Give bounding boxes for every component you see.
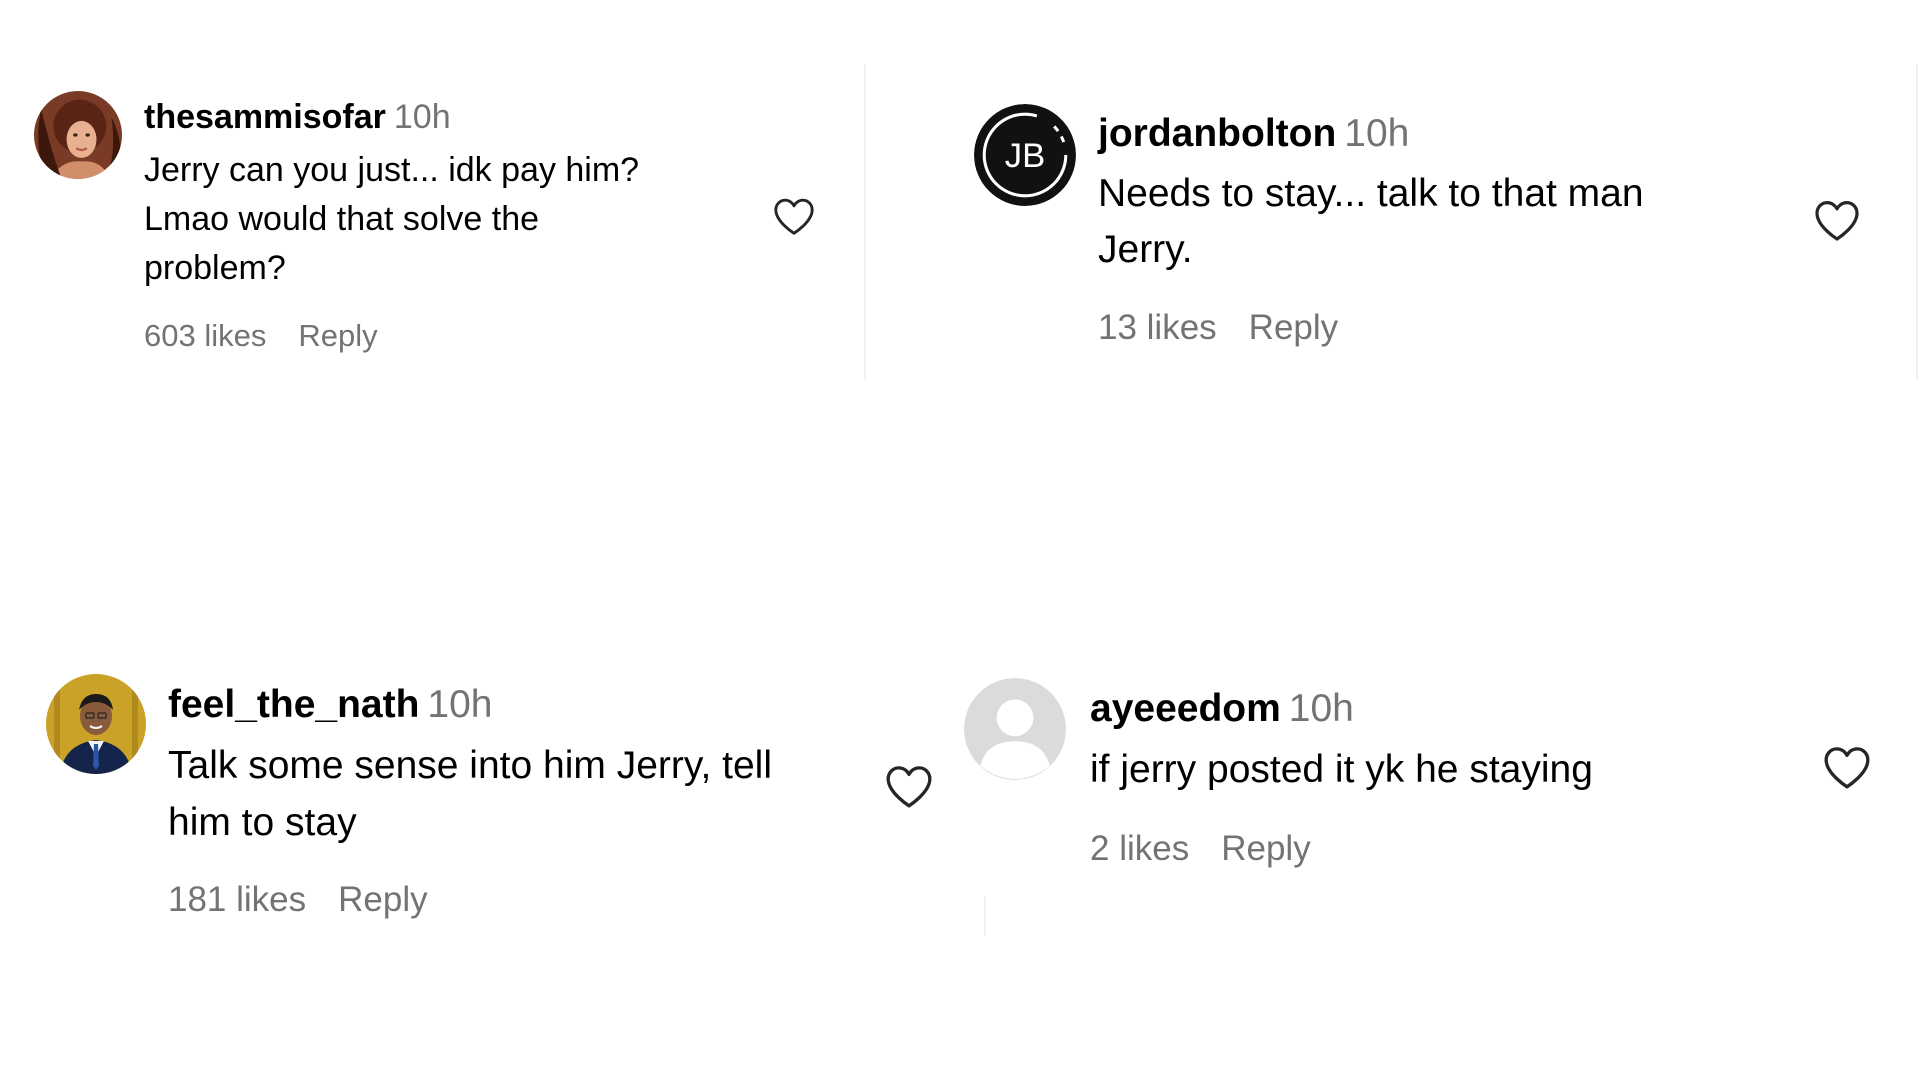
comment-header: ayeeedom 10h xyxy=(1090,680,1750,737)
comment-text-line: Lmao would that solve the xyxy=(144,200,540,238)
heart-icon[interactable] xyxy=(1822,744,1872,790)
comment-text-line: Needs to stay... talk to that man xyxy=(1098,172,1644,215)
jb-logo-avatar-icon: JB xyxy=(974,104,1076,206)
column-divider-lower xyxy=(984,896,986,936)
comment-body: ayeeedom 10h if jerry posted it yk he sta… xyxy=(1090,680,1750,877)
comment-timestamp[interactable]: 10h xyxy=(427,683,492,726)
comment-timestamp[interactable]: 10h xyxy=(394,98,451,136)
comment-meta: 13 likes Reply xyxy=(1098,300,1738,356)
column-divider xyxy=(864,64,866,380)
comment-text: Needs to stay... talk to that man Jerry. xyxy=(1098,166,1738,278)
comment-text-line: Jerry can you just... idk pay him? xyxy=(144,151,640,189)
comment-meta: 181 likes Reply xyxy=(168,871,868,928)
profile-photo-woman-icon xyxy=(34,91,122,179)
comment-header: feel_the_nath 10h xyxy=(168,676,868,733)
likes-count-button[interactable]: 13 likes xyxy=(1098,308,1217,347)
reply-button[interactable]: Reply xyxy=(1221,829,1310,868)
heart-icon[interactable] xyxy=(1812,198,1862,242)
default-avatar-icon xyxy=(964,678,1066,780)
right-edge-divider xyxy=(1916,64,1918,380)
comment-text: Jerry can you just... idk pay him? Lmao … xyxy=(144,146,714,293)
avatar[interactable]: JB xyxy=(974,104,1076,206)
comment-timestamp[interactable]: 10h xyxy=(1289,687,1354,730)
comment-text-line: Talk some sense into him Jerry, tell xyxy=(168,744,772,787)
likes-count-button[interactable]: 181 likes xyxy=(168,880,306,919)
comment-timestamp[interactable]: 10h xyxy=(1344,112,1409,155)
comment-header: jordanbolton 10h xyxy=(1098,106,1738,162)
likes-count-button[interactable]: 2 likes xyxy=(1090,829,1189,868)
avatar[interactable] xyxy=(46,674,146,774)
reply-button[interactable]: Reply xyxy=(1249,308,1338,347)
username-link[interactable]: jordanbolton xyxy=(1098,112,1336,155)
avatar[interactable] xyxy=(34,91,122,179)
profile-photo-man-suit-icon xyxy=(46,674,146,774)
comment-text-line: if jerry posted it yk he staying xyxy=(1090,748,1593,791)
comment-header: thesammisofar 10h xyxy=(144,93,714,142)
comment-text: Talk some sense into him Jerry, tell him… xyxy=(168,737,868,851)
comment-text: if jerry posted it yk he staying xyxy=(1090,741,1750,798)
heart-icon[interactable] xyxy=(772,196,816,236)
reply-button[interactable]: Reply xyxy=(298,318,377,353)
comment-body: feel_the_nath 10h Talk some sense into hi… xyxy=(168,676,868,928)
username-link[interactable]: ayeeedom xyxy=(1090,687,1281,730)
comment-text-line: problem? xyxy=(144,249,286,287)
likes-count-button[interactable]: 603 likes xyxy=(144,318,266,353)
comment-meta: 2 likes Reply xyxy=(1090,820,1750,877)
avatar-initials: JB xyxy=(1005,137,1045,175)
avatar[interactable] xyxy=(964,678,1066,780)
heart-icon[interactable] xyxy=(884,763,934,809)
comment-body: jordanbolton 10h Needs to stay... talk to… xyxy=(1098,106,1738,356)
comment-body: thesammisofar 10h Jerry can you just... i… xyxy=(144,93,714,360)
comment-text-line: him to stay xyxy=(168,801,357,844)
username-link[interactable]: thesammisofar xyxy=(144,98,386,136)
comment-meta: 603 likes Reply xyxy=(144,311,714,360)
comment-text-line: Jerry. xyxy=(1098,228,1193,271)
username-link[interactable]: feel_the_nath xyxy=(168,683,419,726)
reply-button[interactable]: Reply xyxy=(338,880,427,919)
comments-screenshot: thesammisofar 10h Jerry can you just... i… xyxy=(0,0,1920,1080)
